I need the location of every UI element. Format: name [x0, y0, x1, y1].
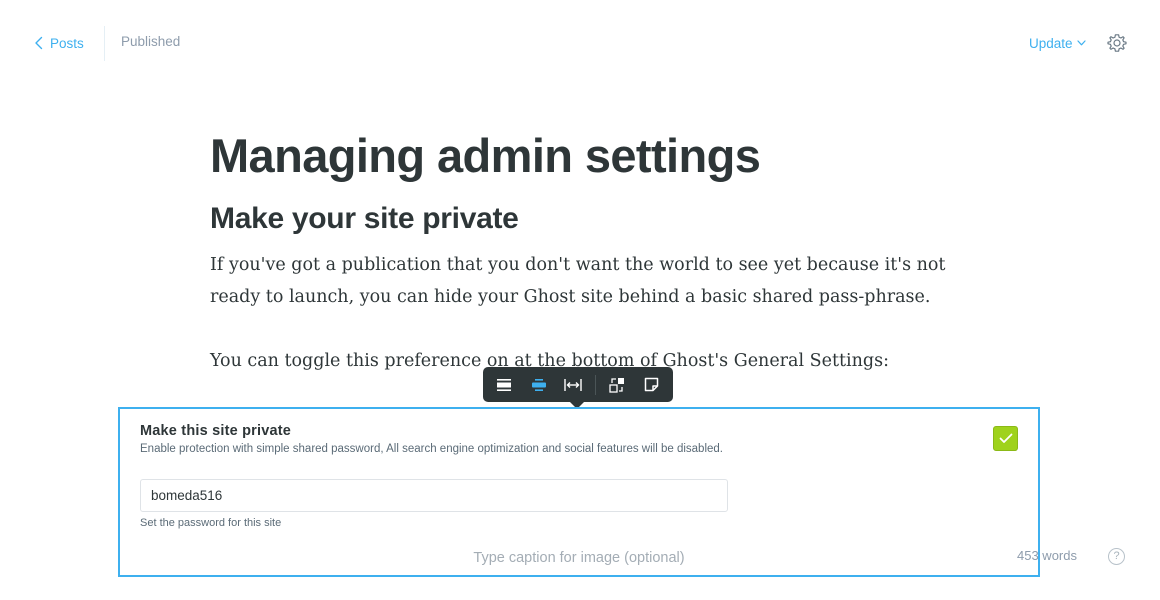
back-link-label: Posts	[50, 35, 84, 51]
screenshot-title: Make this site private	[140, 423, 292, 439]
wide-width-icon	[564, 378, 582, 391]
replace-image-button[interactable]	[604, 372, 630, 398]
post-title[interactable]: Managing admin settings	[210, 128, 761, 183]
screenshot-password-hint: Set the password for this site	[140, 517, 282, 529]
word-count: 453 words	[1017, 548, 1077, 563]
chevron-down-icon	[1076, 40, 1086, 46]
gear-icon	[1107, 34, 1127, 52]
back-to-posts-link[interactable]: Posts	[34, 33, 84, 53]
editor-header: Posts Published Update	[0, 0, 1160, 86]
toolbar-divider	[594, 374, 596, 395]
chevron-left-icon	[35, 36, 43, 50]
header-divider	[104, 26, 105, 61]
image-caption-input[interactable]: Type caption for image (optional)	[120, 550, 1038, 566]
checkmark-icon	[999, 433, 1012, 443]
image-width-full-button[interactable]	[560, 372, 586, 398]
image-card[interactable]: Make this site private Enable protection…	[118, 407, 1040, 577]
image-width-wide-button[interactable]	[526, 372, 552, 398]
screenshot-password-field: bomeda516	[140, 479, 728, 512]
replace-image-icon	[609, 377, 625, 393]
full-width-icon	[497, 378, 512, 391]
update-button[interactable]: Update	[1029, 33, 1086, 53]
image-card-toolbar	[483, 367, 673, 409]
post-status: Published	[121, 34, 181, 49]
help-button[interactable]: ?	[1108, 548, 1125, 565]
post-settings-button[interactable]	[1107, 33, 1127, 53]
screenshot-checkbox	[993, 426, 1018, 451]
image-width-normal-button[interactable]	[491, 372, 517, 398]
normal-width-icon	[531, 378, 546, 391]
update-button-label: Update	[1029, 35, 1073, 51]
snippet-icon	[645, 377, 659, 392]
body-paragraph[interactable]: If you've got a publication that you don…	[210, 249, 970, 313]
snippet-button[interactable]	[639, 372, 665, 398]
section-heading[interactable]: Make your site private	[210, 202, 519, 236]
screenshot-description: Enable protection with simple shared pas…	[140, 443, 723, 455]
